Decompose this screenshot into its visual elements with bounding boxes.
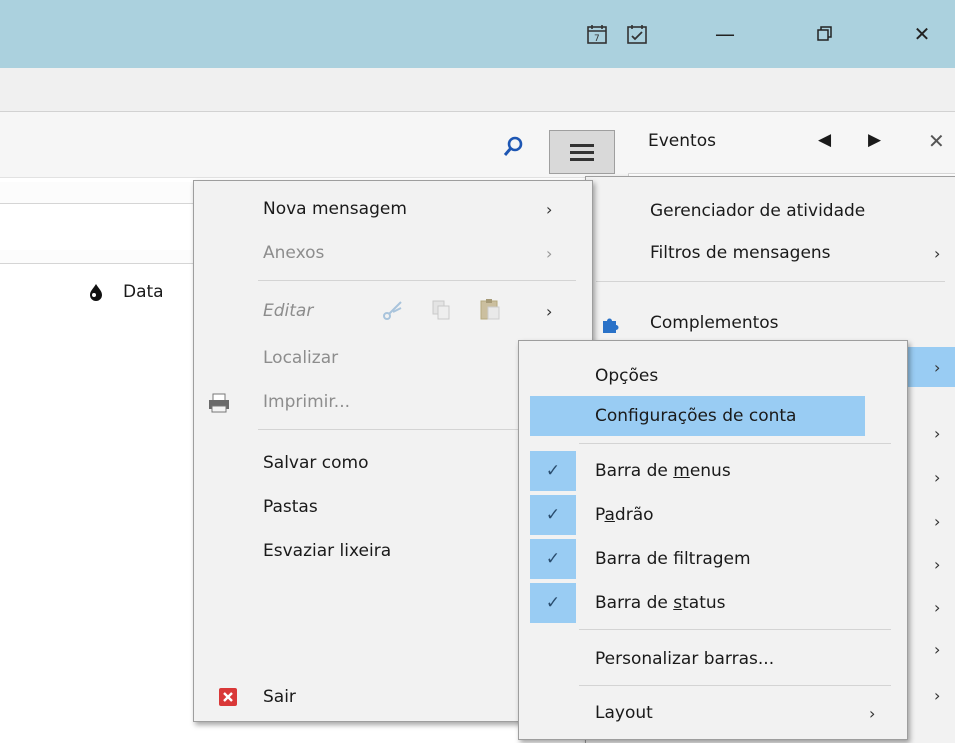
menu-item-attachments[interactable]: Anexos › (194, 233, 592, 273)
search-icon[interactable] (500, 134, 526, 160)
today-pane-title: Eventos (648, 131, 716, 151)
menu-item-options[interactable]: Opções (519, 356, 907, 396)
chevron-right-icon: › (546, 243, 553, 263)
chevron-right-icon: › (934, 467, 941, 487)
minimize-button[interactable]: — (700, 0, 750, 68)
separator (579, 443, 891, 444)
separator (579, 629, 891, 630)
chevron-right-icon: › (934, 639, 941, 659)
cut-icon[interactable] (382, 299, 404, 326)
tasks-icon[interactable] (620, 0, 654, 68)
separator (579, 685, 891, 686)
separator (596, 281, 945, 282)
menu-bar (0, 68, 955, 112)
menu-item-customize-toolbars[interactable]: Personalizar barras... (519, 639, 907, 679)
check-icon: ✓ (530, 539, 576, 579)
chevron-right-icon: › (934, 554, 941, 574)
prev-arrow-icon[interactable]: ◀ (818, 130, 831, 150)
app-menu-button[interactable] (549, 130, 615, 174)
search-toolbar (0, 112, 628, 178)
menu-item-menu-bar[interactable]: ✓ Barra de menus (519, 451, 907, 491)
paste-icon[interactable] (478, 297, 502, 326)
menu-item-filter-bar[interactable]: ✓ Barra de filtragem (519, 539, 907, 579)
menu-item-new-message[interactable]: Nova mensagem › (194, 189, 592, 229)
check-icon: ✓ (530, 583, 576, 623)
close-pane-icon[interactable]: ✕ (928, 129, 945, 153)
chevron-right-icon: › (934, 685, 941, 705)
svg-text:7: 7 (594, 34, 600, 44)
menu-item-account-settings[interactable]: Configurações de conta (530, 396, 865, 436)
chevron-right-icon: › (934, 423, 941, 443)
chevron-right-icon: › (934, 243, 941, 263)
printer-icon (207, 392, 231, 419)
puzzle-icon (600, 313, 622, 340)
menu-item-activity-manager[interactable]: Gerenciador de atividade (586, 191, 955, 231)
menu-item-default-toolbar[interactable]: ✓ Padrão (519, 495, 907, 535)
copy-icon[interactable] (430, 299, 452, 326)
date-column-header[interactable]: Data (123, 282, 164, 302)
calendar-icon[interactable]: 7 (580, 0, 614, 68)
chevron-right-icon: › (869, 703, 876, 723)
chevron-right-icon: › (546, 199, 553, 219)
close-window-button[interactable]: ✕ (897, 0, 947, 68)
menu-item-edit[interactable]: Editar › (194, 291, 592, 331)
restore-button[interactable] (800, 0, 850, 68)
menu-item-addons[interactable]: Complementos (586, 303, 955, 343)
chevron-right-icon: › (934, 597, 941, 617)
menu-item-status-bar[interactable]: ✓ Barra de status (519, 583, 907, 623)
separator (258, 280, 576, 281)
hamburger-icon (570, 144, 594, 161)
menu-item-layout[interactable]: Layout › (519, 693, 907, 733)
next-arrow-icon[interactable]: ▶ (868, 130, 881, 150)
junk-icon[interactable] (88, 283, 108, 303)
chevron-right-icon: › (934, 357, 941, 377)
check-icon: ✓ (530, 495, 576, 535)
exit-icon (218, 687, 238, 712)
check-icon: ✓ (530, 451, 576, 491)
chevron-right-icon: › (934, 511, 941, 531)
chevron-right-icon: › (546, 301, 553, 321)
menu-item-message-filters[interactable]: Filtros de mensagens › (586, 233, 955, 273)
preferences-submenu: Opções Configurações de conta ✓ Barra de… (518, 340, 908, 740)
